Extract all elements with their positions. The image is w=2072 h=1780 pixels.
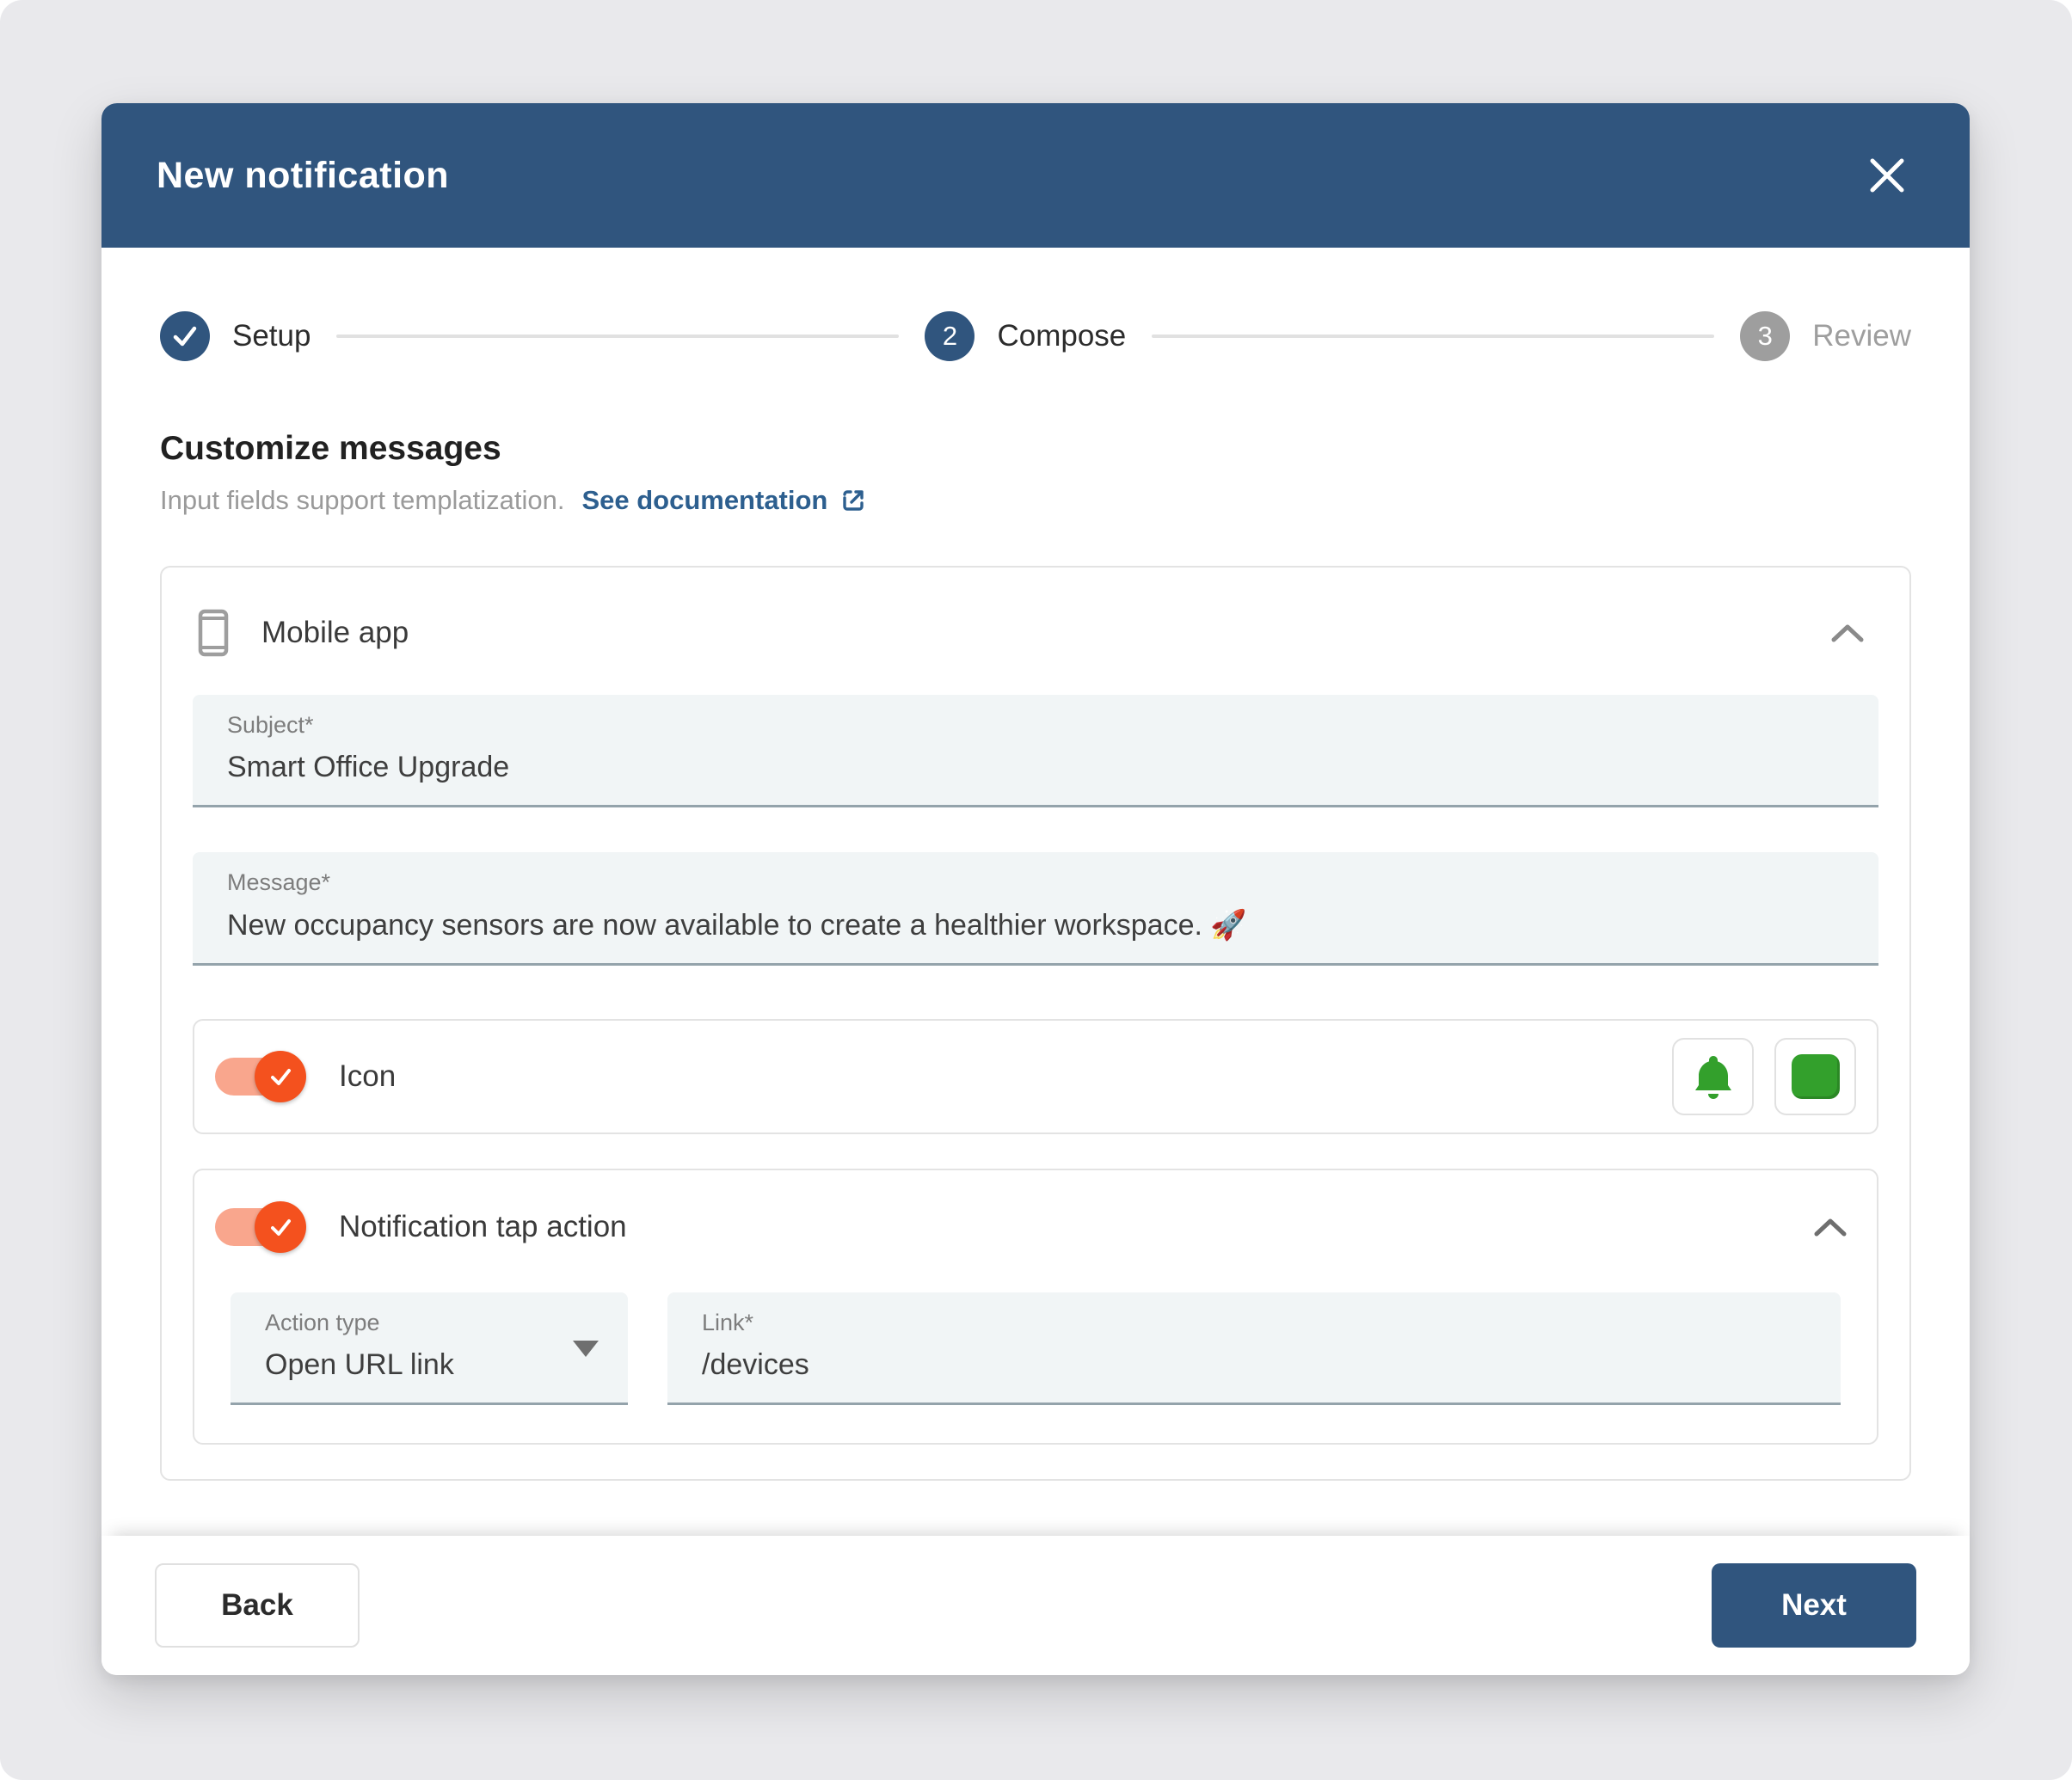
subject-label: Subject* xyxy=(227,712,314,738)
link-field[interactable]: Link* /devices xyxy=(667,1292,1841,1405)
tap-action-toggle[interactable] xyxy=(215,1201,306,1253)
page-title: Customize messages xyxy=(160,430,501,467)
modal-title: New notification xyxy=(157,154,450,196)
modal-body: Setup 2 Compose 3 Review Customize messa… xyxy=(101,311,1970,1481)
link-input[interactable]: /devices xyxy=(702,1348,1806,1382)
tap-action-box: Notification tap action Action type Open… xyxy=(193,1169,1878,1445)
bell-icon xyxy=(1694,1056,1731,1099)
collapse-tap-action-button[interactable] xyxy=(1805,1201,1856,1253)
link-label: Link* xyxy=(702,1310,754,1335)
new-notification-modal: New notification Setup 2 Compose 3 Revie… xyxy=(101,103,1970,1675)
step-connector xyxy=(336,335,900,338)
subtext-text: Input fields support templatization. xyxy=(160,485,565,515)
toggle-thumb xyxy=(255,1051,306,1102)
tap-action-label: Notification tap action xyxy=(339,1210,627,1243)
modal-footer: Back Next xyxy=(101,1536,1970,1675)
action-type-select[interactable]: Action type Open URL link xyxy=(231,1292,628,1405)
mobile-phone-icon xyxy=(198,609,229,657)
page-background: New notification Setup 2 Compose 3 Revie… xyxy=(0,0,2072,1780)
icon-toggle-row: Icon xyxy=(193,1019,1878,1134)
message-input[interactable]: New occupancy sensors are now available … xyxy=(227,908,1844,942)
step-compose-indicator: 2 xyxy=(925,311,975,361)
check-icon xyxy=(271,1069,291,1085)
close-button[interactable] xyxy=(1860,148,1915,203)
modal-header: New notification xyxy=(101,103,1970,248)
chevron-up-icon xyxy=(1814,1218,1847,1237)
mobile-app-title: Mobile app xyxy=(261,616,409,649)
message-label: Message* xyxy=(227,869,331,895)
step-review-indicator: 3 xyxy=(1740,311,1791,361)
tap-action-fields: Action type Open URL link Link* /devices xyxy=(215,1292,1856,1405)
dropdown-arrow-icon xyxy=(573,1341,599,1357)
step-review[interactable]: 3 Review xyxy=(1740,311,1911,361)
collapse-mobile-app-button[interactable] xyxy=(1822,607,1873,659)
back-button[interactable]: Back xyxy=(155,1563,360,1648)
section-subtext: Input fields support templatization. See… xyxy=(160,485,1911,516)
icon-toggle[interactable] xyxy=(215,1051,306,1102)
step-setup[interactable]: Setup xyxy=(160,311,310,361)
subject-input[interactable]: Smart Office Upgrade xyxy=(227,751,1844,784)
action-type-label: Action type xyxy=(265,1310,380,1335)
bell-icon-button[interactable] xyxy=(1672,1038,1754,1115)
step-review-label: Review xyxy=(1812,319,1911,353)
message-field[interactable]: Message* New occupancy sensors are now a… xyxy=(193,852,1878,966)
step-connector xyxy=(1152,335,1715,338)
mobile-app-header: Mobile app xyxy=(193,600,1878,695)
icon-toggle-label: Icon xyxy=(339,1059,397,1093)
green-square-swatch xyxy=(1791,1054,1840,1099)
toggle-thumb xyxy=(255,1201,306,1253)
action-type-value: Open URL link xyxy=(265,1348,454,1381)
mobile-app-card: Mobile app Subject* Smart Office Upgrade… xyxy=(160,566,1911,1481)
step-compose-label: Compose xyxy=(997,319,1127,353)
step-compose[interactable]: 2 Compose xyxy=(925,311,1126,361)
step-setup-indicator xyxy=(160,311,210,361)
chevron-up-icon xyxy=(1831,624,1864,642)
color-swatch-button[interactable] xyxy=(1774,1038,1856,1115)
close-icon xyxy=(1870,158,1904,193)
external-link-icon xyxy=(843,490,864,511)
subject-field[interactable]: Subject* Smart Office Upgrade xyxy=(193,695,1878,807)
check-icon xyxy=(271,1219,291,1236)
see-documentation-link[interactable]: See documentation xyxy=(581,485,827,516)
next-button[interactable]: Next xyxy=(1712,1563,1916,1648)
check-icon xyxy=(173,326,197,347)
step-setup-label: Setup xyxy=(232,319,311,353)
stepper: Setup 2 Compose 3 Review xyxy=(160,311,1911,361)
tap-action-header: Notification tap action xyxy=(215,1193,1856,1261)
